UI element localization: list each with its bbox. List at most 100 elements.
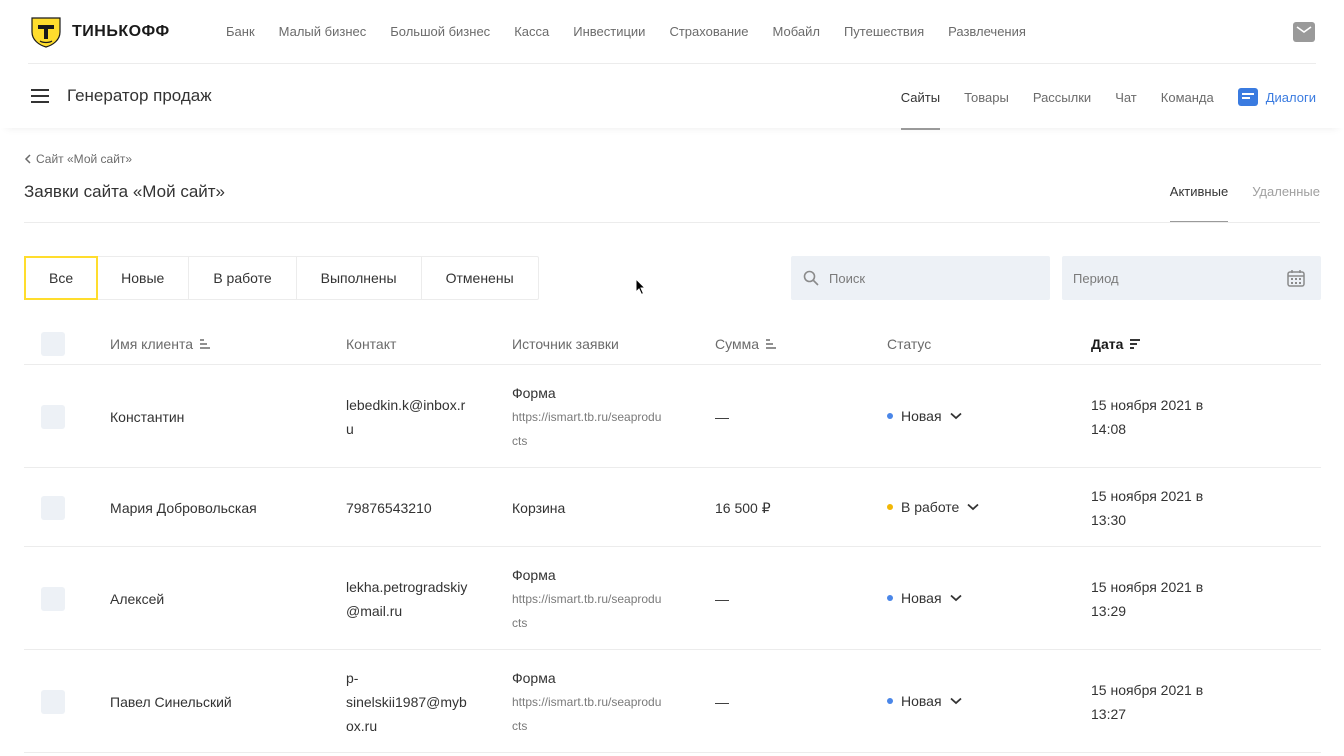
dialogs-label: Диалоги (1265, 89, 1316, 105)
filter-segment[interactable]: Новые (97, 257, 190, 299)
request-date-line: 14:08 (1091, 420, 1127, 437)
status-dot (887, 697, 893, 704)
request-date: 15 ноября 2021 в 13:27 (1091, 678, 1203, 726)
request-date: 15 ноября 2021 в 14:08 (1091, 393, 1203, 441)
source-url-line[interactable]: cts (512, 714, 661, 738)
status-dropdown[interactable]: Новая (887, 404, 962, 428)
status-dropdown[interactable]: Новая (887, 689, 962, 713)
search-placeholder: Поиск (829, 270, 866, 286)
request-source: Форма https://ismart.tb.ru/seaprodu cts (512, 666, 661, 738)
client-contact: p-sinelskii1987@myb ox.ru (346, 666, 467, 738)
table-row[interactable]: Константин lebedkin.k@inbox.r u Форма https:… (24, 365, 1321, 468)
amount: — (715, 590, 729, 607)
table-row[interactable]: Павел Синельский p-sinelskii1987@myb ox.ru… (24, 650, 1321, 753)
brand-logo[interactable]: ТИНЬКОФФ (28, 16, 170, 48)
request-date-line: 13:30 (1091, 511, 1127, 528)
top-nav-item[interactable]: Касса (514, 24, 549, 39)
page-tab[interactable]: Активные (1169, 184, 1229, 223)
filter-segment[interactable]: Все (24, 256, 99, 300)
client-name: Мария Добровольская (110, 499, 257, 516)
top-nav-item[interactable]: Путешествия (844, 24, 924, 39)
chevron-down-icon (949, 594, 962, 601)
client-name: Павел Синельский (110, 693, 232, 710)
row-checkbox[interactable] (41, 404, 65, 429)
column-header-status: Статус (887, 336, 932, 352)
column-header-source: Источник заявки (512, 336, 619, 352)
filter-segment[interactable]: Отменены (422, 257, 538, 299)
product-header: Генератор продаж Сайты Товары Рассылки Чат К… (0, 64, 1344, 130)
request-date: 15 ноября 2021 в 13:29 (1091, 575, 1203, 623)
client-contact: lebedkin.k@inbox.r u (346, 393, 465, 441)
client-contact-line: 79876543210 (346, 499, 432, 516)
breadcrumb-back-label: Сайт «Мой сайт» (36, 152, 133, 166)
chevron-down-icon (949, 697, 962, 704)
source-title: Форма (512, 669, 556, 686)
client-contact-line: ox.ru (346, 717, 378, 734)
row-checkbox[interactable] (41, 495, 65, 520)
source-title: Форма (512, 384, 556, 401)
amount: — (715, 693, 729, 710)
breadcrumb[interactable]: Сайт «Мой сайт» (24, 152, 132, 166)
sort-icon (766, 339, 776, 349)
table-row[interactable]: Алексей lekha.petrogradskiy @mail.ru Форма h… (24, 547, 1321, 650)
amount: — (715, 408, 729, 425)
request-date-line: 15 ноября 2021 в (1091, 396, 1204, 413)
dialogs-link[interactable]: Диалоги (1237, 88, 1316, 106)
source-url-line[interactable]: https://ismart.tb.ru/seaprodu (512, 587, 661, 611)
chevron-down-icon (949, 412, 962, 419)
column-header-name[interactable]: Имя клиента (110, 336, 211, 352)
request-date-line: 15 ноября 2021 в (1091, 487, 1204, 504)
status-filter-segments: Все Новые В работе Выполнены Отменены (24, 256, 539, 300)
column-header-date[interactable]: Дата (1091, 336, 1141, 352)
product-nav-item[interactable]: Команда (1161, 90, 1214, 105)
product-nav-item[interactable]: Товары (964, 90, 1009, 105)
title-divider (24, 222, 1320, 223)
source-url-line[interactable]: https://ismart.tb.ru/seaprodu (512, 690, 661, 714)
source-url-line[interactable]: cts (512, 429, 661, 453)
period-input[interactable]: Период (1062, 256, 1321, 300)
top-nav-item[interactable]: Страхование (669, 24, 748, 39)
client-contact-line: p- (346, 669, 359, 686)
request-date-line: 13:29 (1091, 602, 1127, 619)
status-dot (887, 594, 893, 601)
tinkoff-emblem-icon (31, 17, 61, 48)
request-date-line: 15 ноября 2021 в (1091, 681, 1204, 698)
page-tabs: Активные Удаленные (1169, 184, 1320, 223)
top-nav-item[interactable]: Малый бизнес (279, 24, 367, 39)
status-dropdown[interactable]: В работе (887, 495, 979, 519)
bank-top-nav: Банк Малый бизнес Большой бизнес Касса Инвес… (226, 24, 1026, 39)
source-url-line[interactable]: cts (512, 611, 661, 635)
calendar-icon[interactable] (1287, 269, 1305, 287)
top-nav-item[interactable]: Инвестиции (573, 24, 645, 39)
row-checkbox[interactable] (41, 689, 65, 714)
client-contact-line: @mail.ru (346, 602, 403, 619)
top-nav-item[interactable]: Банк (226, 24, 255, 39)
product-title: Генератор продаж (67, 86, 212, 105)
chat-bubble-icon (1237, 88, 1258, 106)
client-contact-line: sinelskii1987@myb (346, 693, 467, 710)
top-nav-item[interactable]: Мобайл (773, 24, 820, 39)
brand-name: ТИНЬКОФФ (72, 23, 170, 40)
search-input[interactable]: Поиск (791, 256, 1050, 300)
product-nav-item[interactable]: Рассылки (1033, 90, 1091, 105)
status-label: Новая (901, 407, 942, 424)
burger-menu-icon[interactable] (31, 89, 49, 103)
source-title: Корзина (512, 499, 566, 516)
table-row[interactable]: Мария Добровольская 79876543210 Корзина 16 … (24, 468, 1321, 547)
product-nav-item[interactable]: Чат (1115, 90, 1137, 105)
top-nav-item[interactable]: Развлечения (948, 24, 1026, 39)
row-checkbox[interactable] (41, 586, 65, 611)
page-tab[interactable]: Удаленные (1252, 184, 1320, 199)
filter-segment[interactable]: Выполнены (297, 257, 422, 299)
column-header-amount[interactable]: Сумма (715, 336, 777, 352)
mail-icon[interactable] (1293, 22, 1315, 42)
table-header: Имя клиента Контакт Источник заявки Сумм… (24, 322, 1321, 365)
chevron-down-icon (967, 503, 979, 510)
top-nav-item[interactable]: Большой бизнес (390, 24, 490, 39)
filter-segment[interactable]: В работе (189, 257, 297, 299)
status-dropdown[interactable]: Новая (887, 586, 962, 610)
select-all-checkbox[interactable] (41, 332, 65, 356)
page-title: Заявки сайта «Мой сайт» (24, 182, 226, 201)
product-nav-item[interactable]: Сайты (900, 90, 941, 130)
source-url-line[interactable]: https://ismart.tb.ru/seaprodu (512, 405, 661, 429)
